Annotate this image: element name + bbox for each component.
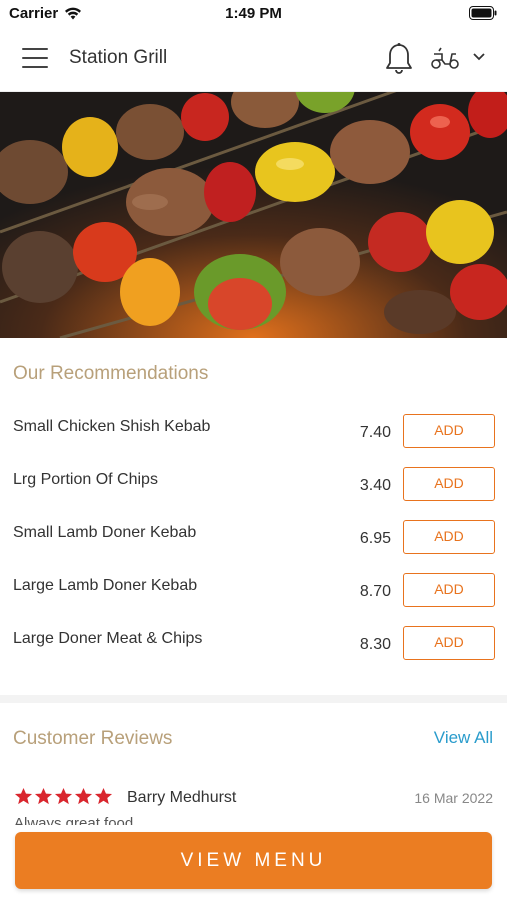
add-button[interactable]: ADD bbox=[403, 467, 495, 501]
clock: 1:49 PM bbox=[225, 5, 282, 22]
section-divider bbox=[0, 695, 507, 703]
item-price: 3.40 bbox=[359, 477, 391, 494]
item-name: Lrg Portion Of Chips bbox=[13, 471, 158, 488]
chevron-down-icon[interactable] bbox=[472, 52, 486, 62]
star-icon bbox=[94, 787, 113, 805]
star-rating bbox=[14, 787, 114, 806]
app-header: Station Grill bbox=[0, 28, 507, 92]
star-icon bbox=[34, 787, 53, 805]
add-button[interactable]: ADD bbox=[403, 626, 495, 660]
item-name: Large Doner Meat & Chips bbox=[13, 630, 203, 647]
list-item: Small Chicken Shish Kebab 7.40 ADD bbox=[0, 412, 507, 465]
view-all-link[interactable]: View All bbox=[434, 728, 493, 748]
list-item: Large Lamb Doner Kebab 8.70 ADD bbox=[0, 571, 507, 624]
menu-button[interactable] bbox=[22, 48, 48, 70]
hero-food-image bbox=[0, 92, 507, 338]
item-name: Small Chicken Shish Kebab bbox=[13, 418, 211, 435]
recommendations-title: Our Recommendations bbox=[13, 363, 209, 384]
reviewer-name: Barry Medhurst bbox=[127, 789, 237, 806]
item-price: 6.95 bbox=[359, 530, 391, 547]
star-icon bbox=[14, 787, 33, 805]
item-price: 8.30 bbox=[359, 636, 391, 653]
view-menu-button[interactable]: VIEW MENU bbox=[15, 832, 492, 889]
star-icon bbox=[54, 787, 73, 805]
list-item: Large Doner Meat & Chips 8.30 ADD bbox=[0, 624, 507, 677]
add-button[interactable]: ADD bbox=[403, 414, 495, 448]
battery-icon bbox=[469, 6, 497, 20]
add-button[interactable]: ADD bbox=[403, 573, 495, 607]
kebab-skewers-photo bbox=[0, 92, 507, 338]
review-text: Always great food bbox=[14, 815, 134, 825]
bell-icon[interactable] bbox=[384, 42, 414, 76]
item-price: 7.40 bbox=[359, 424, 391, 441]
list-item: Lrg Portion Of Chips 3.40 ADD bbox=[0, 465, 507, 518]
item-name: Small Lamb Doner Kebab bbox=[13, 524, 197, 541]
review-item: Barry Medhurst 16 Mar 2022 Always great … bbox=[0, 785, 507, 825]
item-price: 8.70 bbox=[359, 583, 391, 600]
status-bar: Carrier 1:49 PM bbox=[0, 0, 507, 28]
list-item: Small Lamb Doner Kebab 6.95 ADD bbox=[0, 518, 507, 571]
reviews-title: Customer Reviews bbox=[13, 728, 173, 749]
review-date: 16 Mar 2022 bbox=[414, 790, 493, 806]
star-icon bbox=[74, 787, 93, 805]
add-button[interactable]: ADD bbox=[403, 520, 495, 554]
menu-icon bbox=[22, 48, 48, 50]
restaurant-title: Station Grill bbox=[69, 47, 168, 68]
item-name: Large Lamb Doner Kebab bbox=[13, 577, 198, 594]
scooter-icon[interactable] bbox=[430, 46, 460, 70]
recommendations-list: Small Chicken Shish Kebab 7.40 ADD Lrg P… bbox=[0, 412, 507, 677]
